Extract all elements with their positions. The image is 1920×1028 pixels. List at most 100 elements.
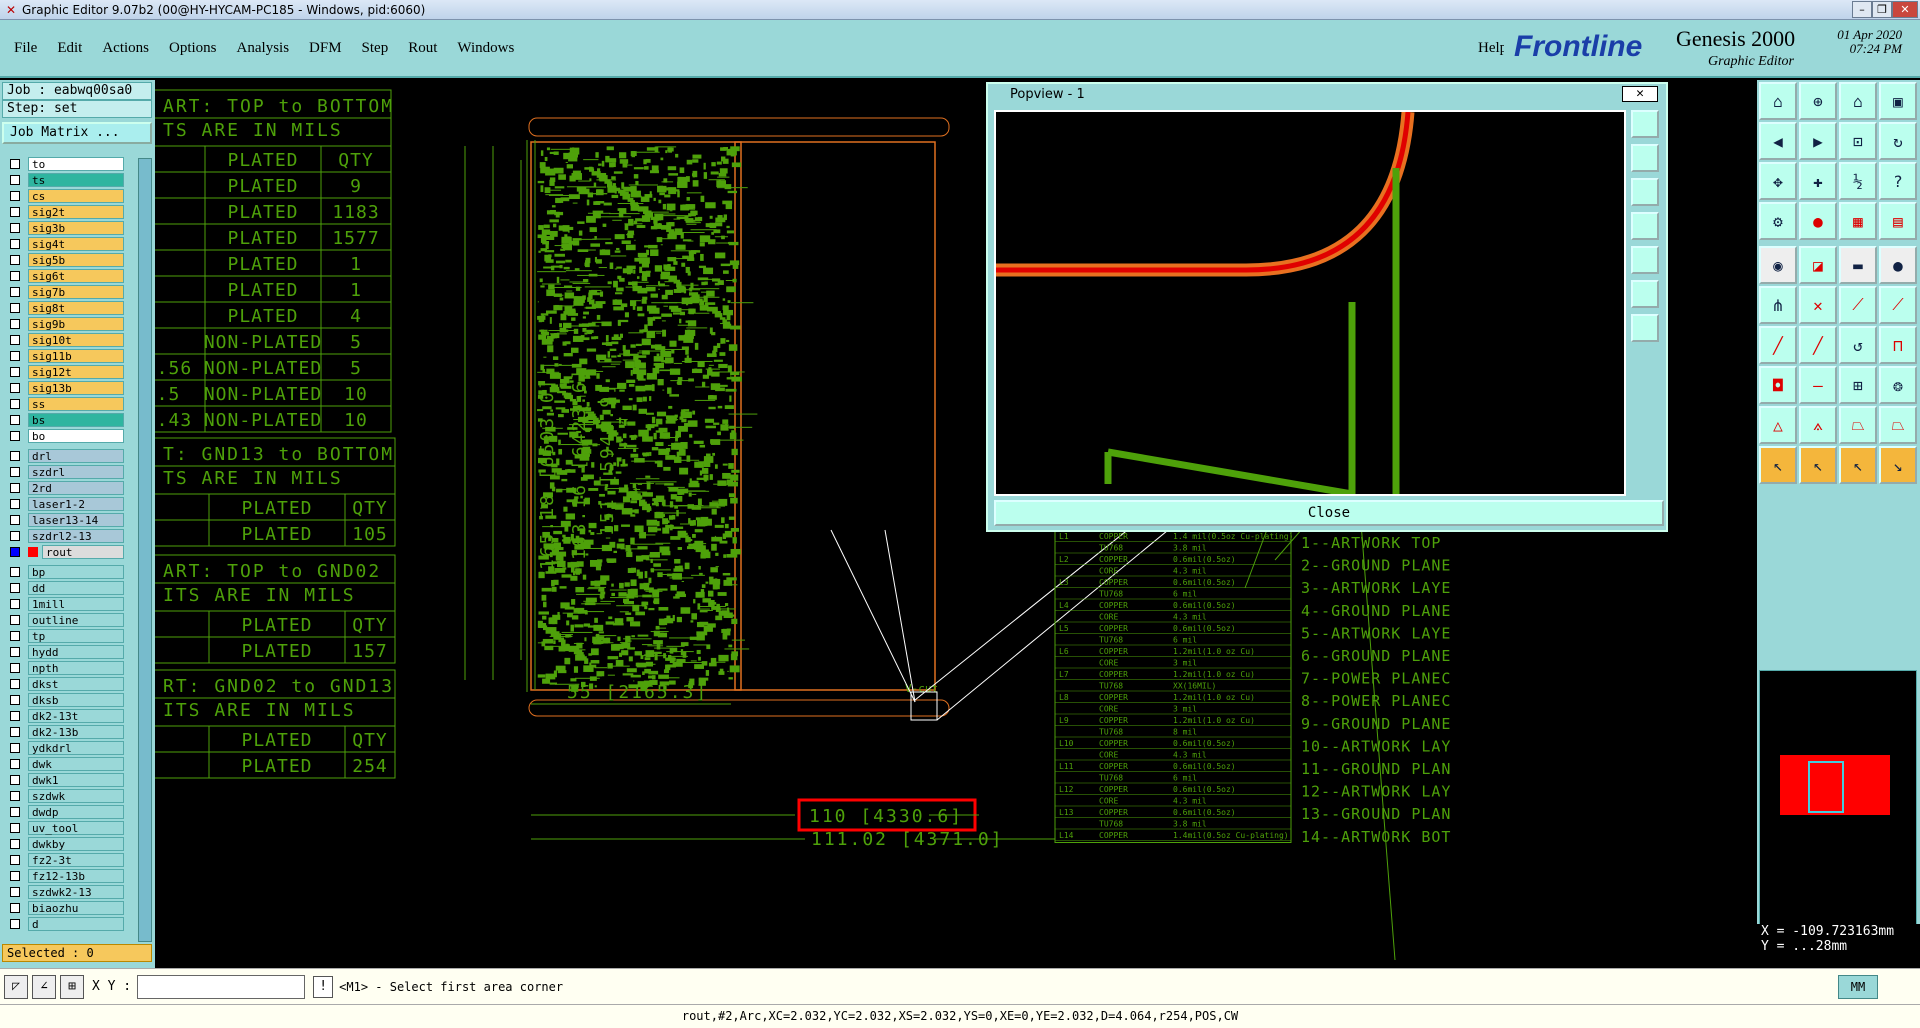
trapezoid-b-icon[interactable]: ⏢: [1879, 406, 1917, 444]
layer-row[interactable]: sig8t: [4, 300, 124, 316]
layer-row[interactable]: dd: [4, 580, 124, 596]
layer-row[interactable]: dk2-13b: [4, 724, 124, 740]
menu-file[interactable]: File: [14, 40, 37, 57]
select-multi-icon[interactable]: ↘: [1879, 446, 1917, 484]
layer-row[interactable]: hydd: [4, 644, 124, 660]
pan-right-icon[interactable]: ▶: [1799, 122, 1837, 160]
circles-icon[interactable]: ❂: [1879, 366, 1917, 404]
layer-row[interactable]: ss: [4, 396, 124, 412]
layer-checkbox[interactable]: [10, 335, 20, 345]
layer-checkbox[interactable]: [10, 759, 20, 769]
layer-checkbox[interactable]: [10, 663, 20, 673]
layer-row[interactable]: d: [4, 916, 124, 932]
line-icon[interactable]: ╱: [1759, 326, 1797, 364]
add-line-icon[interactable]: ◪: [1799, 246, 1837, 284]
layer-checkbox[interactable]: [10, 695, 20, 705]
layer-checkbox[interactable]: [10, 839, 20, 849]
probe-icon[interactable]: ●: [1799, 202, 1837, 240]
layer-row[interactable]: dksb: [4, 692, 124, 708]
layer-row[interactable]: sig5b: [4, 252, 124, 268]
layer-row[interactable]: bo: [4, 428, 124, 444]
maximize-button[interactable]: ❐: [1872, 1, 1892, 18]
layer-checkbox[interactable]: [10, 303, 20, 313]
layer-row[interactable]: dwdp: [4, 804, 124, 820]
fit-icon[interactable]: ✥: [1759, 162, 1797, 200]
popview-pan-right-icon[interactable]: [1631, 246, 1659, 274]
layer-checkbox[interactable]: [10, 271, 20, 281]
snap-mode-icon[interactable]: ◸: [4, 974, 28, 999]
layer-row[interactable]: biaozhu: [4, 900, 124, 916]
layer-checkbox[interactable]: [10, 239, 20, 249]
layer-checkbox[interactable]: [10, 679, 20, 689]
layer-row[interactable]: sig2t: [4, 204, 124, 220]
pad-icon[interactable]: ●: [1879, 246, 1917, 284]
popview-zoom-out-icon[interactable]: [1631, 178, 1659, 206]
layer-row[interactable]: cs: [4, 188, 124, 204]
layer-checkbox[interactable]: [10, 451, 20, 461]
layer-checkbox[interactable]: [10, 483, 20, 493]
select-red-icon[interactable]: ↖: [1799, 446, 1837, 484]
menu-dfm[interactable]: DFM: [309, 40, 342, 57]
layer-row[interactable]: sig7b: [4, 284, 124, 300]
popview-close-button[interactable]: Close: [994, 500, 1664, 526]
layer-checkbox[interactable]: [10, 583, 20, 593]
layer-checkbox[interactable]: [10, 515, 20, 525]
layer-checkbox[interactable]: [10, 467, 20, 477]
layer-checkbox[interactable]: [10, 903, 20, 913]
layer-checkbox[interactable]: [10, 775, 20, 785]
layer-checkbox[interactable]: [10, 319, 20, 329]
triangle-a-icon[interactable]: ⟑: [1799, 406, 1837, 444]
minus-icon[interactable]: —: [1799, 366, 1837, 404]
layer-checkbox[interactable]: [10, 287, 20, 297]
layer-row[interactable]: uv_tool: [4, 820, 124, 836]
layer-row[interactable]: drl: [4, 448, 124, 464]
layer-checkbox[interactable]: [10, 351, 20, 361]
layer-checkbox[interactable]: [10, 431, 20, 441]
connect-icon[interactable]: ⋔: [1759, 286, 1797, 324]
layer-checkbox[interactable]: [10, 887, 20, 897]
popview-pan-left-icon[interactable]: [1631, 212, 1659, 240]
layer-checkbox[interactable]: [10, 631, 20, 641]
layer-checkbox[interactable]: [10, 367, 20, 377]
layer-checkbox[interactable]: [10, 399, 20, 409]
close-window-button[interactable]: ✕: [1892, 1, 1918, 18]
popview-canvas[interactable]: [994, 110, 1626, 498]
job-matrix-button[interactable]: Job Matrix ...: [2, 122, 152, 144]
layer-checkbox[interactable]: [10, 191, 20, 201]
xy-input[interactable]: [137, 974, 306, 999]
layer-row[interactable]: sig6t: [4, 268, 124, 284]
layer-row[interactable]: sig9b: [4, 316, 124, 332]
layer-checkbox[interactable]: [10, 807, 20, 817]
layer-checkbox[interactable]: [10, 647, 20, 657]
help-icon[interactable]: ?: [1879, 162, 1917, 200]
arc-icon[interactable]: ↺: [1839, 326, 1877, 364]
layer-row[interactable]: tp: [4, 628, 124, 644]
menu-rout[interactable]: Rout: [408, 40, 437, 57]
zoom-home-icon[interactable]: ⌂: [1759, 82, 1797, 120]
menu-actions[interactable]: Actions: [102, 40, 149, 57]
zoom-in-icon[interactable]: ⊕: [1799, 82, 1837, 120]
layer-checkbox[interactable]: [10, 159, 20, 169]
menu-windows[interactable]: Windows: [457, 40, 514, 57]
pan-left-icon[interactable]: ◀: [1759, 122, 1797, 160]
layer-checkbox[interactable]: [10, 255, 20, 265]
layer-scrollbar[interactable]: [138, 158, 152, 942]
layer-checkbox[interactable]: [10, 823, 20, 833]
layer-row[interactable]: ydkdrl: [4, 740, 124, 756]
warning-icon[interactable]: !: [313, 975, 334, 998]
layer-checkbox[interactable]: [10, 499, 20, 509]
layer-checkbox[interactable]: [10, 175, 20, 185]
select-move-icon[interactable]: ↖: [1839, 446, 1877, 484]
ruler-icon[interactable]: ▬: [1839, 246, 1877, 284]
minimize-button[interactable]: –: [1852, 1, 1872, 18]
layer-checkbox[interactable]: [10, 547, 20, 557]
home-icon[interactable]: ⌂: [1839, 82, 1877, 120]
arc-point-icon[interactable]: ⟋: [1879, 286, 1917, 324]
layer-row[interactable]: dkst: [4, 676, 124, 692]
layer-checkbox[interactable]: [10, 567, 20, 577]
layer-checkbox[interactable]: [10, 531, 20, 541]
layer-checkbox[interactable]: [10, 727, 20, 737]
align-icon[interactable]: ⊞: [1839, 366, 1877, 404]
snap-icon[interactable]: ⚙: [1759, 202, 1797, 240]
layer-checkbox[interactable]: [10, 207, 20, 217]
